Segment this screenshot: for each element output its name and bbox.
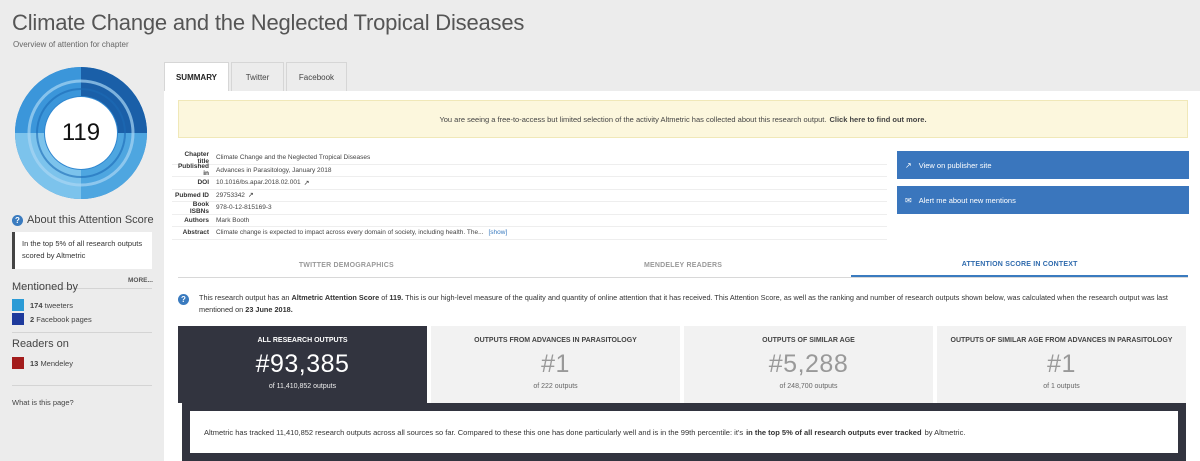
context-subtabs: TWITTER DEMOGRAPHICS MENDELEY READERS AT… xyxy=(178,254,1189,278)
notice-link[interactable]: Click here to find out more. xyxy=(829,115,926,124)
more-link[interactable]: MORE... xyxy=(128,277,153,284)
view-publisher-label: View on publisher site xyxy=(918,160,992,170)
detail-key: Pubmed ID xyxy=(175,191,209,199)
summary-post: by Altmetric. xyxy=(924,427,966,437)
about-score-label: About this Attention Score xyxy=(27,214,154,226)
rank-card-value: #1 xyxy=(541,350,570,378)
tab-twitter[interactable]: Twitter xyxy=(231,62,284,91)
rank-card-journal[interactable]: OUTPUTS FROM ADVANCES IN PARASITOLOGY #1… xyxy=(431,326,680,403)
mention-count: 2 xyxy=(30,314,35,324)
detail-key: Published in xyxy=(177,163,209,178)
doi-link[interactable]: 10.1016/bs.apar.2018.02.001 xyxy=(216,179,301,186)
envelope-icon: ✉ xyxy=(905,195,912,205)
what-is-this-page-link[interactable]: What is this page? xyxy=(12,398,74,407)
mention-count: 174 xyxy=(30,300,43,310)
mention-facebook[interactable]: 2 Facebook pages xyxy=(12,313,92,325)
detail-row: Chapter title Climate Change and the Neg… xyxy=(172,151,887,165)
detail-row: DOI 10.1016/bs.apar.2018.02.001 ↗ xyxy=(172,177,887,190)
mention-label: Facebook pages xyxy=(36,314,92,324)
mendeley-swatch xyxy=(12,357,24,369)
detail-row: Published in Advances in Parasitology, J… xyxy=(172,163,887,178)
page-subtitle: Overview of attention for chapter xyxy=(13,40,129,49)
detail-row: Pubmed ID 29753342 ↗ xyxy=(172,190,887,202)
reader-count: 13 xyxy=(30,358,39,368)
abstract-value: Climate change is expected to impact acr… xyxy=(216,229,484,237)
divider xyxy=(12,332,152,333)
detail-row: Abstract Climate change is expected to i… xyxy=(172,227,887,240)
alert-mentions-label: Alert me about new mentions xyxy=(918,195,1016,205)
context-description: ? This research output has an Altmetric … xyxy=(178,292,1188,316)
free-access-notice: You are seeing a free-to-access but limi… xyxy=(178,100,1188,138)
detail-row: Book ISBNs 978-0-12-815169-3 xyxy=(172,200,887,215)
view-publisher-button[interactable]: ↗ View on publisher site xyxy=(897,151,1189,179)
summary-bold: in the top 5% of all research outputs ev… xyxy=(746,427,922,437)
external-link-icon: ↗ xyxy=(905,160,912,170)
rank-card-similar-age[interactable]: OUTPUTS OF SIMILAR AGE #5,288 of 248,700… xyxy=(684,326,933,403)
rank-card-footer: of 222 outputs xyxy=(533,383,578,390)
reader-mendeley[interactable]: 13 Mendeley xyxy=(12,357,73,369)
detail-row: Authors Mark Booth xyxy=(172,215,887,227)
readers-heading: Readers on xyxy=(12,338,69,350)
rank-summary: Altmetric has tracked 11,410,852 researc… xyxy=(190,411,1178,453)
detail-key: DOI xyxy=(197,179,209,187)
context-score-label: Altmetric Attention Score xyxy=(291,293,380,302)
detail-key: Book ISBNs xyxy=(189,200,209,215)
context-text: This research output has an Altmetric At… xyxy=(199,292,1188,316)
question-icon[interactable]: ? xyxy=(178,294,189,305)
subtab-attention-context[interactable]: ATTENTION SCORE IN CONTEXT xyxy=(851,254,1189,277)
rank-card-all-outputs[interactable]: ALL RESEARCH OUTPUTS #93,385 of 11,410,8… xyxy=(178,326,427,403)
rank-card-footer: of 1 outputs xyxy=(1043,383,1080,390)
facebook-swatch xyxy=(12,313,24,325)
published-value: Advances in Parasitology, January 2018 xyxy=(216,166,332,174)
rank-card-heading: OUTPUTS FROM ADVANCES IN PARASITOLOGY xyxy=(474,337,637,344)
attention-donut[interactable]: 119 xyxy=(10,62,152,204)
summary-pre: Altmetric has tracked 11,410,852 researc… xyxy=(204,427,744,437)
details-table: Chapter title Climate Change and the Neg… xyxy=(172,151,887,240)
pubmed-link[interactable]: 29753342 xyxy=(216,192,245,199)
rank-card-heading: OUTPUTS OF SIMILAR AGE FROM ADVANCES IN … xyxy=(950,337,1173,344)
about-score-link[interactable]: ? About this Attention Score xyxy=(12,214,154,226)
mentioned-by-heading: Mentioned by xyxy=(12,281,79,293)
context-pre: This research output has an xyxy=(199,293,290,302)
detail-key: Abstract xyxy=(182,229,209,237)
page-title: Climate Change and the Neglected Tropica… xyxy=(12,10,525,35)
rank-card-similar-age-journal[interactable]: OUTPUTS OF SIMILAR AGE FROM ADVANCES IN … xyxy=(937,326,1186,403)
rank-card-value: #5,288 xyxy=(768,350,849,378)
top-percent-box: In the top 5% of all research outputs sc… xyxy=(12,232,152,269)
rank-card-footer: of 11,410,852 outputs xyxy=(268,383,337,390)
rank-card-value: #1 xyxy=(1047,350,1076,378)
reader-label: Mendeley xyxy=(40,358,73,368)
rank-card-heading: OUTPUTS OF SIMILAR AGE xyxy=(762,337,855,344)
rank-card-value: #93,385 xyxy=(255,350,350,378)
notice-text: You are seeing a free-to-access but limi… xyxy=(439,114,827,124)
context-date: 23 June 2018. xyxy=(245,305,293,314)
attention-score: 119 xyxy=(45,97,117,169)
alert-mentions-button[interactable]: ✉ Alert me about new mentions xyxy=(897,186,1189,214)
show-abstract-link[interactable]: [show] xyxy=(488,229,507,236)
external-link-icon[interactable]: ↗ xyxy=(304,179,310,187)
rank-card-footer: of 248,700 outputs xyxy=(779,383,838,390)
isbn-value: 978-0-12-815169-3 xyxy=(216,204,272,212)
mention-twitter[interactable]: 174 tweeters xyxy=(12,299,73,311)
subtab-twitter-demographics[interactable]: TWITTER DEMOGRAPHICS xyxy=(178,254,515,277)
authors-value: Mark Booth xyxy=(216,216,250,224)
question-icon: ? xyxy=(12,214,23,226)
divider xyxy=(12,385,152,386)
context-score: 119. xyxy=(389,293,404,302)
detail-key: Authors xyxy=(184,216,209,224)
mention-label: tweeters xyxy=(44,300,73,310)
rank-summary-frame: Altmetric has tracked 11,410,852 researc… xyxy=(182,403,1186,461)
subtab-mendeley-readers[interactable]: MENDELEY READERS xyxy=(515,254,852,277)
tab-summary[interactable]: SUMMARY xyxy=(164,62,229,91)
external-link-icon[interactable]: ↗ xyxy=(248,191,254,199)
rank-card-heading: ALL RESEARCH OUTPUTS xyxy=(257,337,348,344)
chapter-title-value: Climate Change and the Neglected Tropica… xyxy=(216,154,371,162)
tab-facebook[interactable]: Facebook xyxy=(286,62,347,91)
context-of: of xyxy=(381,293,388,302)
twitter-swatch xyxy=(12,299,24,311)
